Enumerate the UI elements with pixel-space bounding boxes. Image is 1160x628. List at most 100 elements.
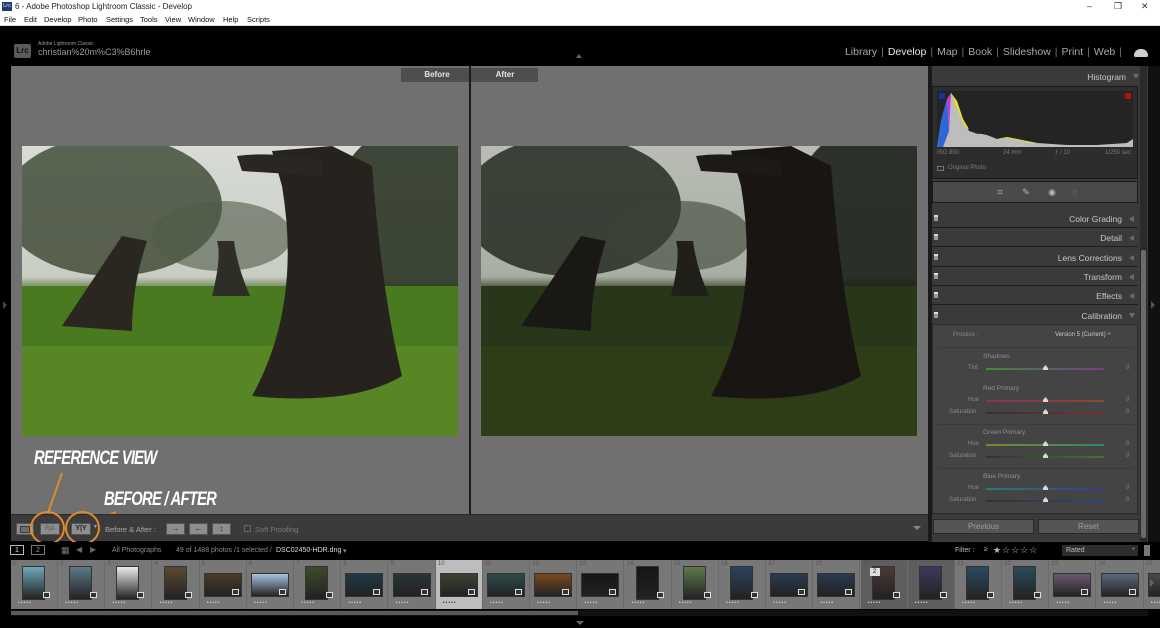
filmstrip-thumbnail[interactable]: 21 ••••• bbox=[955, 560, 1002, 609]
menu-help[interactable]: Help bbox=[223, 15, 238, 24]
stack-count-badge[interactable]: 2 bbox=[869, 568, 880, 576]
swap-before-after-button[interactable]: ↕ bbox=[212, 523, 231, 535]
develop-adjusted-badge-icon[interactable] bbox=[184, 592, 192, 598]
thumbnail-rating[interactable]: ••••• bbox=[915, 600, 929, 606]
develop-adjusted-badge-icon[interactable] bbox=[231, 589, 239, 595]
back-arrow-icon[interactable]: ◀ bbox=[76, 545, 82, 554]
green-saturation-slider[interactable] bbox=[986, 453, 1104, 458]
thumbnail-rating[interactable]: ••••• bbox=[868, 600, 882, 606]
collapse-filmstrip-icon[interactable] bbox=[576, 621, 584, 625]
develop-adjusted-badge-icon[interactable] bbox=[1128, 589, 1136, 595]
module-library[interactable]: Library bbox=[841, 46, 881, 58]
cloud-sync-icon[interactable] bbox=[1134, 49, 1148, 57]
develop-adjusted-badge-icon[interactable] bbox=[43, 592, 50, 598]
secondary-window-button[interactable]: 2 bbox=[31, 545, 45, 555]
slider-thumb[interactable] bbox=[1043, 453, 1048, 458]
toolbar-options-dropdown-icon[interactable] bbox=[913, 526, 921, 530]
panel-color-grading[interactable]: Color Grading bbox=[932, 210, 1138, 228]
develop-adjusted-badge-icon[interactable] bbox=[326, 592, 334, 598]
expand-left-panel-icon[interactable] bbox=[3, 301, 7, 309]
shadows-tint-value[interactable]: 0 bbox=[1126, 365, 1129, 371]
develop-adjusted-badge-icon[interactable] bbox=[939, 592, 947, 598]
thumbnail-rating[interactable]: ••••• bbox=[254, 600, 268, 606]
red-saturation-value[interactable]: 0 bbox=[1126, 409, 1129, 415]
slider-thumb[interactable] bbox=[1043, 409, 1048, 414]
panel-calibration[interactable]: Calibration bbox=[932, 307, 1138, 325]
filmstrip-thumbnail[interactable]: 23 ••••• bbox=[1049, 560, 1097, 609]
panel-transform[interactable]: Transform bbox=[932, 268, 1138, 286]
thumbnail-rating[interactable]: ••••• bbox=[443, 600, 457, 606]
module-develop[interactable]: Develop bbox=[884, 46, 931, 58]
thumbnail-rating[interactable]: ••••• bbox=[1056, 600, 1070, 606]
panel-scroll-thumb[interactable] bbox=[1141, 250, 1146, 538]
after-photo[interactable] bbox=[481, 146, 917, 436]
thumbnail-rating[interactable]: ••••• bbox=[112, 600, 126, 606]
thumbnail-rating[interactable]: ••••• bbox=[1151, 600, 1160, 606]
slider-thumb[interactable] bbox=[1043, 397, 1048, 402]
filmstrip-thumbnail[interactable]: 24 ••••• bbox=[1096, 560, 1144, 609]
thumbnail-rating[interactable]: ••••• bbox=[537, 600, 551, 606]
develop-adjusted-badge-icon[interactable] bbox=[609, 589, 617, 595]
red-hue-value[interactable]: 0 bbox=[1126, 397, 1129, 403]
filmstrip-thumbnail[interactable]: 2 ••••• bbox=[58, 560, 106, 609]
module-book[interactable]: Book bbox=[964, 46, 996, 58]
develop-adjusted-badge-icon[interactable] bbox=[751, 592, 758, 598]
filmstrip-thumbnail[interactable]: 15 ••••• bbox=[671, 560, 719, 609]
menu-develop[interactable]: Develop bbox=[44, 15, 72, 24]
develop-adjusted-badge-icon[interactable] bbox=[987, 592, 994, 598]
copy-before-to-after-button[interactable]: → bbox=[166, 523, 185, 535]
filmstrip-thumbnail[interactable]: 11 ••••• bbox=[483, 560, 530, 609]
slider-thumb[interactable] bbox=[1043, 365, 1048, 370]
filmstrip-thumbnail[interactable]: 22 ••••• bbox=[1002, 560, 1050, 609]
filmstrip-thumbnail[interactable]: 16 ••••• bbox=[719, 560, 766, 609]
filmstrip-thumbnail[interactable]: 13 ••••• bbox=[577, 560, 625, 609]
slider-thumb[interactable] bbox=[1043, 485, 1048, 490]
module-slideshow[interactable]: Slideshow bbox=[999, 46, 1055, 58]
previous-button[interactable]: Previous bbox=[933, 519, 1034, 534]
filmstrip-thumbnail[interactable]: 9 ••••• bbox=[388, 560, 436, 609]
primary-window-button[interactable]: 1 bbox=[10, 545, 24, 555]
minimize-button[interactable]: – bbox=[1087, 1, 1092, 11]
develop-adjusted-badge-icon[interactable] bbox=[892, 592, 900, 598]
filmstrip-thumbnail[interactable]: 3 ••••• bbox=[105, 560, 153, 609]
filmstrip-thumbnail[interactable]: 5 ••••• bbox=[199, 560, 247, 609]
filmstrip-thumbnail[interactable]: 1 ••••• bbox=[11, 560, 58, 609]
develop-adjusted-badge-icon[interactable] bbox=[703, 592, 711, 598]
menu-view[interactable]: View bbox=[165, 15, 181, 24]
menu-tools[interactable]: Tools bbox=[140, 15, 158, 24]
thumbnail-rating[interactable]: ••••• bbox=[584, 600, 598, 606]
soft-proofing-checkbox[interactable] bbox=[244, 525, 251, 532]
filmstrip-thumbnail[interactable]: 7 ••••• bbox=[294, 560, 342, 609]
thumbnail-rating[interactable]: ••••• bbox=[632, 600, 646, 606]
copy-after-to-before-button[interactable]: ← bbox=[189, 523, 208, 535]
filter-operator[interactable]: ≥ bbox=[984, 546, 988, 553]
develop-adjusted-badge-icon[interactable] bbox=[1081, 589, 1089, 595]
blue-hue-slider[interactable] bbox=[986, 485, 1104, 490]
forward-arrow-icon[interactable]: ▶ bbox=[90, 545, 96, 554]
filename-dropdown-icon[interactable]: ▾ bbox=[343, 547, 347, 555]
healing-tool-icon[interactable]: ✎ bbox=[1021, 187, 1031, 197]
menu-window[interactable]: Window bbox=[188, 15, 215, 24]
filmstrip-thumbnail[interactable]: 20 ••••• bbox=[907, 560, 955, 609]
filmstrip-thumbnail[interactable]: 6 ••••• bbox=[247, 560, 294, 609]
thumbnail-rating[interactable]: ••••• bbox=[1009, 600, 1023, 606]
develop-adjusted-badge-icon[interactable] bbox=[845, 589, 853, 595]
filmstrip-scrollbar[interactable] bbox=[11, 610, 1148, 616]
filmstrip-thumbnail[interactable]: 19 2 ••••• bbox=[860, 560, 908, 609]
filmstrip-scroll-right-icon[interactable] bbox=[1150, 579, 1154, 587]
green-hue-value[interactable]: 0 bbox=[1126, 441, 1129, 447]
menu-scripts[interactable]: Scripts bbox=[247, 15, 270, 24]
develop-adjusted-badge-icon[interactable] bbox=[656, 592, 664, 598]
thumbnail-rating[interactable]: ••••• bbox=[396, 600, 410, 606]
thumbnail-rating[interactable]: ••••• bbox=[820, 600, 834, 606]
filmstrip-thumbnail[interactable]: 10 ••••• bbox=[435, 560, 483, 609]
green-saturation-value[interactable]: 0 bbox=[1126, 453, 1129, 459]
develop-adjusted-badge-icon[interactable] bbox=[798, 589, 806, 595]
filter-dropdown[interactable]: Rated ÷ bbox=[1062, 545, 1138, 556]
thumbnail-rating[interactable]: ••••• bbox=[65, 600, 79, 606]
histogram-header[interactable]: Histogram bbox=[936, 68, 1142, 86]
green-hue-slider[interactable] bbox=[986, 441, 1104, 446]
maximize-button[interactable]: ❐ bbox=[1114, 1, 1122, 12]
close-button[interactable]: ✕ bbox=[1141, 1, 1149, 12]
thumbnail-rating[interactable]: ••••• bbox=[1104, 600, 1118, 606]
